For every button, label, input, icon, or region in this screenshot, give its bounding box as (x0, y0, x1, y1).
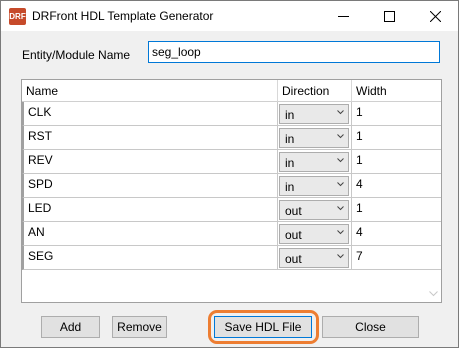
direction-select[interactable]: in (279, 176, 349, 196)
window-title: DRFront HDL Template Generator (32, 9, 214, 23)
minimize-icon (338, 15, 349, 17)
table-row: LED out 1 (22, 198, 441, 222)
width-cell[interactable]: 1 (352, 126, 441, 150)
table-row: REV in 1 (22, 150, 441, 174)
table-row: RST in 1 (22, 126, 441, 150)
chevron-down-icon (337, 230, 344, 235)
close-window-button[interactable] (413, 1, 458, 31)
direction-cell: in (278, 174, 352, 198)
direction-select[interactable]: in (279, 152, 349, 172)
port-name-cell[interactable]: REV (22, 150, 278, 174)
direction-value: out (285, 252, 302, 266)
column-header-direction[interactable]: Direction (278, 80, 352, 102)
width-cell[interactable]: 1 (352, 150, 441, 174)
direction-select[interactable]: in (279, 128, 349, 148)
chevron-down-icon (337, 134, 344, 139)
column-header-width[interactable]: Width (352, 80, 441, 102)
chevron-down-icon (337, 158, 344, 163)
chevron-down-icon (337, 110, 344, 115)
direction-select[interactable]: out (279, 248, 349, 268)
table-row: SEG out 7 (22, 246, 441, 270)
direction-value: in (285, 156, 295, 170)
app-logo-icon: DRF (9, 8, 26, 25)
direction-select[interactable]: in (279, 104, 349, 124)
ports-grid: Name Direction Width CLK in 1 RST in 1 R… (21, 79, 442, 303)
direction-select[interactable]: out (279, 224, 349, 244)
minimize-button[interactable] (321, 1, 366, 31)
chevron-down-icon (337, 206, 344, 211)
remove-button[interactable]: Remove (112, 316, 167, 338)
close-icon (430, 10, 441, 22)
maximize-button[interactable] (367, 1, 412, 31)
direction-cell: out (278, 246, 352, 270)
direction-value: out (285, 228, 302, 242)
direction-value: in (285, 180, 295, 194)
chevron-down-icon (337, 182, 344, 187)
direction-cell: in (278, 150, 352, 174)
table-row: SPD in 4 (22, 174, 441, 198)
port-name-cell[interactable]: RST (22, 126, 278, 150)
entity-name-input[interactable] (148, 41, 440, 63)
title-bar: DRF DRFront HDL Template Generator (1, 1, 458, 31)
width-cell[interactable]: 1 (352, 198, 441, 222)
close-button[interactable]: Close (322, 316, 419, 338)
direction-cell: out (278, 222, 352, 246)
width-cell[interactable]: 4 (352, 222, 441, 246)
width-cell[interactable]: 7 (352, 246, 441, 270)
direction-value: out (285, 204, 302, 218)
port-name-cell[interactable]: CLK (22, 102, 278, 126)
scroll-down-arrow-icon[interactable] (429, 291, 438, 297)
table-row: CLK in 1 (22, 102, 441, 126)
port-name-cell[interactable]: AN (22, 222, 278, 246)
direction-value: in (285, 108, 295, 122)
column-header-name[interactable]: Name (22, 80, 278, 102)
grid-header: Name Direction Width (22, 80, 441, 102)
width-cell[interactable]: 1 (352, 102, 441, 126)
maximize-icon (384, 10, 395, 22)
add-button[interactable]: Add (41, 316, 100, 338)
direction-select[interactable]: out (279, 200, 349, 220)
width-cell[interactable]: 4 (352, 174, 441, 198)
chevron-down-icon (337, 254, 344, 259)
save-hdl-file-button[interactable]: Save HDL File (214, 316, 312, 338)
direction-cell: in (278, 102, 352, 126)
direction-cell: in (278, 126, 352, 150)
port-name-cell[interactable]: LED (22, 198, 278, 222)
app-window: DRF DRFront HDL Template Generator Entit… (0, 0, 459, 348)
direction-cell: out (278, 198, 352, 222)
direction-value: in (285, 132, 295, 146)
entity-name-label: Entity/Module Name (22, 48, 131, 62)
table-row: AN out 4 (22, 222, 441, 246)
port-name-cell[interactable]: SEG (22, 246, 278, 270)
port-name-cell[interactable]: SPD (22, 174, 278, 198)
